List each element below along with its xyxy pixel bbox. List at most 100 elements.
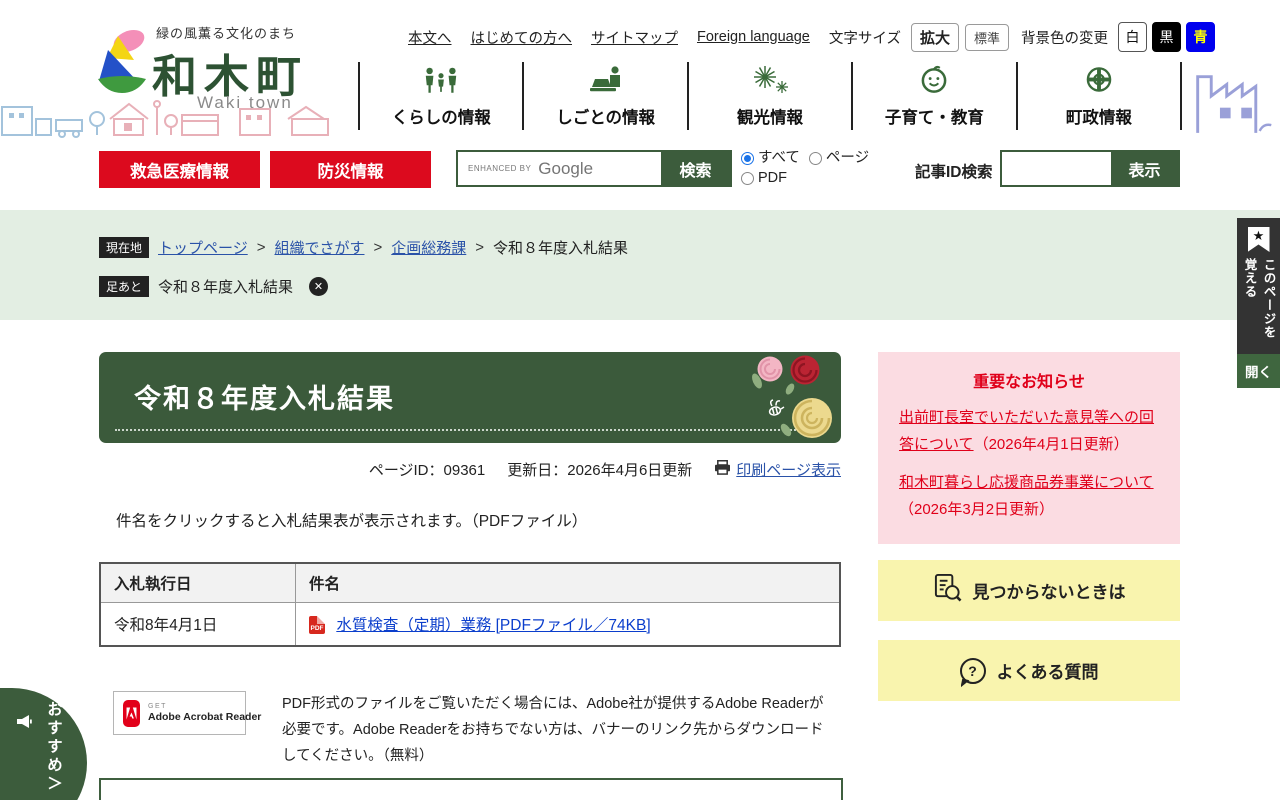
main-nav: くらしの情報 しごとの情報 [358,62,1182,130]
nav-label: 町政情報 [1066,104,1132,128]
breadcrumb-link-organization[interactable]: 組織でさがす [274,237,364,258]
page-id: ページID：09361 [369,459,485,480]
important-notice-title: 重要なお知らせ [899,368,1159,392]
question-bubble-icon: ? [960,658,986,684]
nav-label: 観光情報 [737,104,803,128]
remember-page-label: このページを 覚える [1240,258,1278,352]
recommend-icon [16,714,32,734]
adobe-description: PDF形式のファイルをご覧いただく場合には、Adobe社が提供するAdobe R… [282,691,834,769]
google-logo: Google [538,159,593,179]
font-standard-button[interactable]: 標準 [965,24,1009,51]
page: 緑の風薫る文化のまち 和木町 Waki town 本文へ はじめての方へ サイ [0,0,1280,800]
nav-item-work[interactable]: しごとの情報 [522,62,686,130]
nav-item-government[interactable]: 町政情報 [1016,62,1182,130]
breadcrumb: 現在地 トップページ > 組織でさがす > 企画総務課 > 令和８年度入札結果 [99,237,628,258]
top-link-first-time[interactable]: はじめての方へ [471,27,573,48]
printer-icon [714,460,731,479]
nav-item-childcare[interactable]: 子育て・教育 [851,62,1015,130]
important-link-town-mayor[interactable]: 出前町長室でいただいた意見等への回答について（2026年4月1日更新） [899,404,1159,458]
bid-results-table: 入札執行日 件名 令和8年4月1日 PDF 水質検査（定期）業務 [PDFファイ… [99,562,841,647]
subject-cell: PDF 水質検査（定期）業務 [PDFファイル／74KB] [296,603,841,647]
recommend-label: おすすめ＞ [42,701,64,794]
work-icon [588,65,624,99]
radio-label: PDF [758,168,787,188]
footprint-close-icon[interactable]: ✕ [309,277,328,296]
bg-white-button[interactable]: 白 [1118,22,1147,52]
factory-illustration [1188,62,1280,139]
not-found-box[interactable]: 見つからないときは [878,560,1180,621]
breadcrumb-link-department[interactable]: 企画総務課 [391,237,466,258]
adobe-logo-icon [123,700,140,727]
radio-icon [741,172,754,185]
article-id-label: 記事ID検索 [915,160,993,182]
breadcrumb-link-home[interactable]: トップページ [158,237,248,258]
page-meta: ページID：09361 更新日：2026年4月6日更新 印刷ページ表示 [99,459,841,480]
town-emblem-icon [1084,65,1114,99]
table-row: 令和8年4月1日 PDF 水質検査（定期）業務 [PDFファイル／74KB] [100,603,840,647]
bg-color-label: 背景色の変更 [1021,27,1108,48]
radio-scope-pdf[interactable]: PDF [741,168,787,188]
nav-item-tourism[interactable]: 観光情報 [687,62,851,130]
remember-page-tab[interactable]: ★ このページを 覚える [1237,218,1280,354]
nav-item-living[interactable]: くらしの情報 [358,62,522,130]
top-link-main-content[interactable]: 本文へ [408,27,452,48]
site-search-input[interactable]: ENHANCED BY Google [458,152,661,185]
family-icon [422,65,460,99]
tab-open-button[interactable]: 開く [1237,354,1280,388]
breadcrumb-band [0,210,1280,320]
bg-blue-button[interactable]: 青 [1186,22,1215,52]
font-expand-button[interactable]: 拡大 [911,23,959,52]
bid-date-cell: 令和8年4月1日 [100,603,296,647]
bg-black-button[interactable]: 黒 [1152,22,1181,52]
print-page-link[interactable]: 印刷ページ表示 [736,459,841,480]
article-id-input[interactable] [1002,152,1111,185]
pdf-icon: PDF [309,616,325,634]
footprint-item[interactable]: 令和８年度入札結果 [158,276,293,297]
page-title: 令和８年度入札結果 [134,377,395,416]
search-button[interactable]: 検索 [661,152,730,185]
top-link-sitemap[interactable]: サイトマップ [591,27,678,48]
fireworks-icon [749,65,791,99]
nav-label: くらしの情報 [392,104,491,128]
roses-illustration [750,353,840,447]
utility-bar: 本文へ はじめての方へ サイトマップ Foreign language 文字サイ… [408,22,1220,52]
article-id-box: 表示 [1000,150,1180,187]
search-scope-group: すべて ページ PDF [741,148,886,188]
adobe-get-label: GET [148,703,261,710]
star-icon: ★ [1253,227,1265,252]
bid-result-pdf-link[interactable]: 水質検査（定期）業務 [PDFファイル／74KB] [336,617,650,634]
footprints-badge: 足あと [99,276,149,297]
important-link-voucher[interactable]: 和木町暮らし応援商品券事業について（2026年3月2日更新） [899,469,1159,523]
town-logo-icon [95,27,149,100]
breadcrumb-current: 令和８年度入札結果 [493,237,628,258]
location-badge: 現在地 [99,237,149,258]
document-search-icon [933,573,962,608]
recommend-tab[interactable]: おすすめ＞ [0,688,87,800]
adobe-name: Adobe Acrobat Reader [148,711,261,723]
header-bid-date: 入札執行日 [100,563,296,603]
radio-scope-page[interactable]: ページ [809,148,869,168]
radio-label: すべて [758,148,800,168]
emergency-medical-button[interactable]: 救急医療情報 [99,151,260,188]
page-title-banner: 令和８年度入札結果 [99,352,841,443]
breadcrumb-separator: > [475,239,484,256]
child-face-icon [919,65,949,99]
show-button[interactable]: 表示 [1111,152,1178,185]
important-notice-box: 重要なお知らせ 出前町長室でいただいた意見等への回答について（2026年4月1日… [878,352,1180,544]
breadcrumb-separator: > [257,239,266,256]
not-found-label: 見つからないときは [973,578,1126,603]
top-link-foreign-language[interactable]: Foreign language [697,29,810,45]
bookmark-icon: ★ [1248,227,1270,252]
radio-scope-all[interactable]: すべて [741,148,800,168]
banner-divider [115,429,823,431]
nav-label: しごとの情報 [556,104,655,128]
adobe-reader-banner[interactable]: GET Adobe Acrobat Reader [113,691,246,735]
intro-text: 件名をクリックすると入札結果表が表示されます。（PDFファイル） [116,509,587,531]
updated-date: 更新日：2026年4月6日更新 [507,459,692,480]
search-branding: ENHANCED BY [468,164,531,173]
faq-box[interactable]: ? よくある質問 [878,640,1180,701]
site-search-box: ENHANCED BY Google 検索 [456,150,732,187]
radio-selected-icon [741,152,754,165]
nav-label: 子育て・教育 [885,104,984,128]
disaster-info-button[interactable]: 防災情報 [270,151,431,188]
